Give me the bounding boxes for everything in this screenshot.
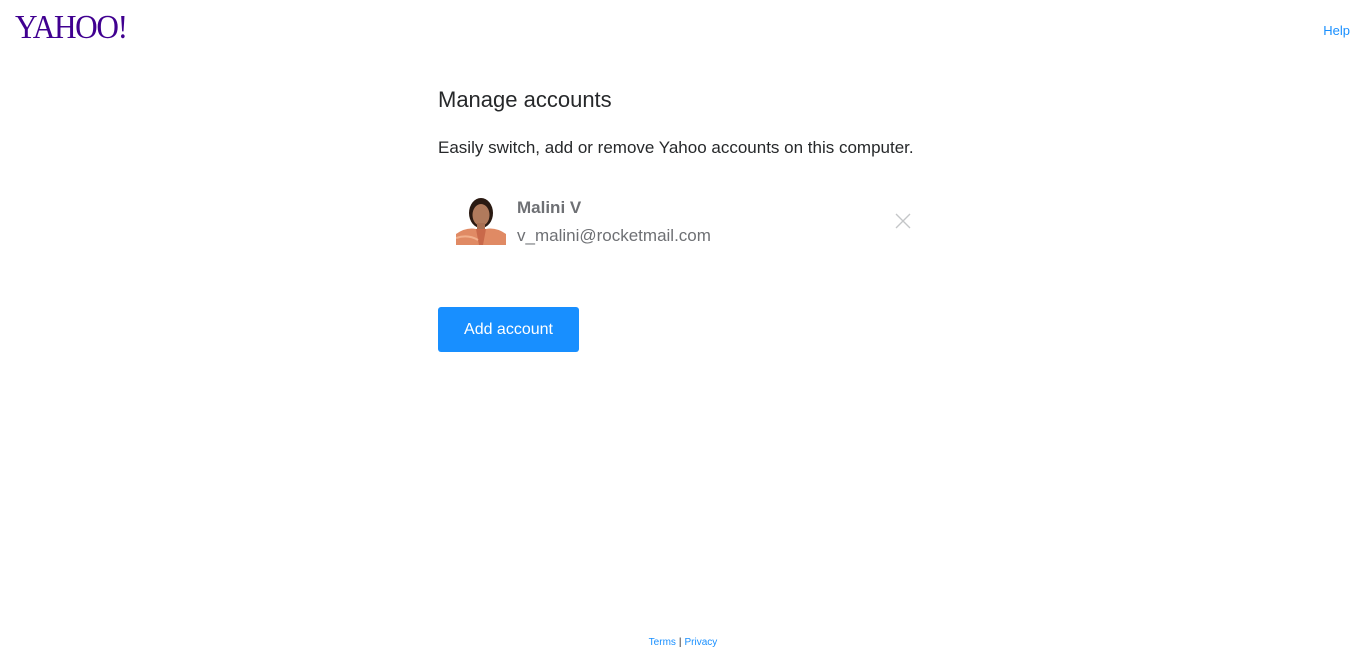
footer: Terms | Privacy [0,637,1366,648]
add-account-button[interactable]: Add account [438,307,579,352]
account-row[interactable]: Malini V v_malini@rocketmail.com [438,194,918,248]
privacy-link[interactable]: Privacy [685,637,718,648]
page-title: Manage accounts [438,87,612,112]
close-icon[interactable] [894,212,912,230]
terms-link[interactable]: Terms [649,637,676,648]
help-link[interactable]: Help [1323,23,1350,38]
footer-separator: | [678,637,682,648]
page-subtitle: Easily switch, add or remove Yahoo accou… [438,138,914,157]
account-email: v_malini@rocketmail.com [517,226,711,245]
avatar [456,194,506,245]
manage-accounts-panel: Manage accounts Easily switch, add or re… [438,85,918,352]
yahoo-logo[interactable]: YAHOO! [15,8,128,48]
account-name: Malini V [517,198,582,217]
